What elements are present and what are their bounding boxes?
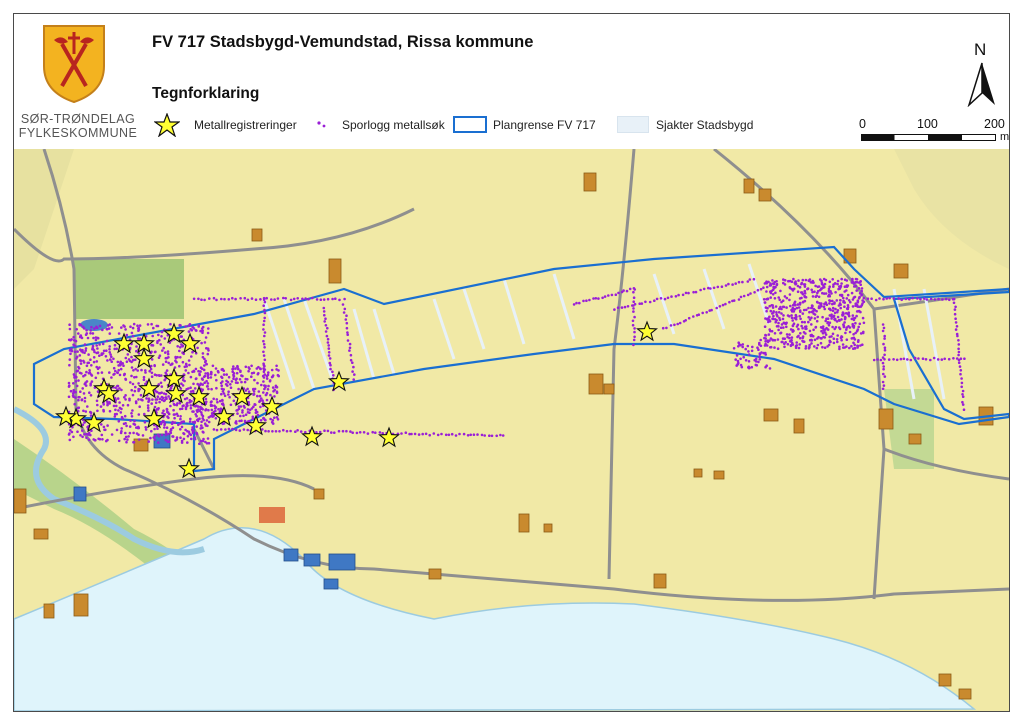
map-title: FV 717 Stadsbygd-Vemundstad, Rissa kommu… bbox=[152, 33, 534, 51]
plan-boundary-swatch bbox=[453, 116, 487, 133]
scale-label-200: 200 bbox=[984, 117, 1005, 131]
legend-title: Tegnforklaring bbox=[152, 85, 260, 102]
organization-line-1: SØR-TRØNDELAG bbox=[20, 112, 136, 126]
scale-bar bbox=[861, 134, 996, 141]
organization-line-2: FYLKESKOMMUNE bbox=[18, 126, 138, 140]
track-dots-icon bbox=[317, 121, 326, 128]
scale-label-100: 100 bbox=[917, 117, 938, 131]
legend-item-metall: Metallregistreringer bbox=[194, 118, 297, 132]
map-canvas[interactable] bbox=[14, 149, 1009, 711]
legend-item-sjakter: Sjakter Stadsbygd bbox=[656, 118, 754, 132]
scale-unit: m bbox=[1000, 131, 1010, 143]
county-logo bbox=[42, 24, 106, 109]
building-red bbox=[259, 507, 285, 523]
north-arrow-icon bbox=[967, 62, 995, 107]
star-symbol-icon bbox=[154, 113, 180, 137]
north-label: N bbox=[974, 40, 987, 59]
coat-of-arms-icon bbox=[43, 25, 105, 104]
trench-swatch bbox=[617, 116, 649, 133]
scale-label-0: 0 bbox=[859, 117, 866, 131]
legend-item-sporlogg: Sporlogg metallsøk bbox=[342, 118, 445, 132]
map-area[interactable] bbox=[14, 149, 1009, 711]
map-header: SØR-TRØNDELAG FYLKESKOMMUNE FV 717 Stads… bbox=[14, 14, 1009, 150]
legend-item-plangrense: Plangrense FV 717 bbox=[493, 118, 596, 132]
green-field bbox=[74, 259, 184, 319]
map-frame: SØR-TRØNDELAG FYLKESKOMMUNE FV 717 Stads… bbox=[13, 13, 1010, 712]
